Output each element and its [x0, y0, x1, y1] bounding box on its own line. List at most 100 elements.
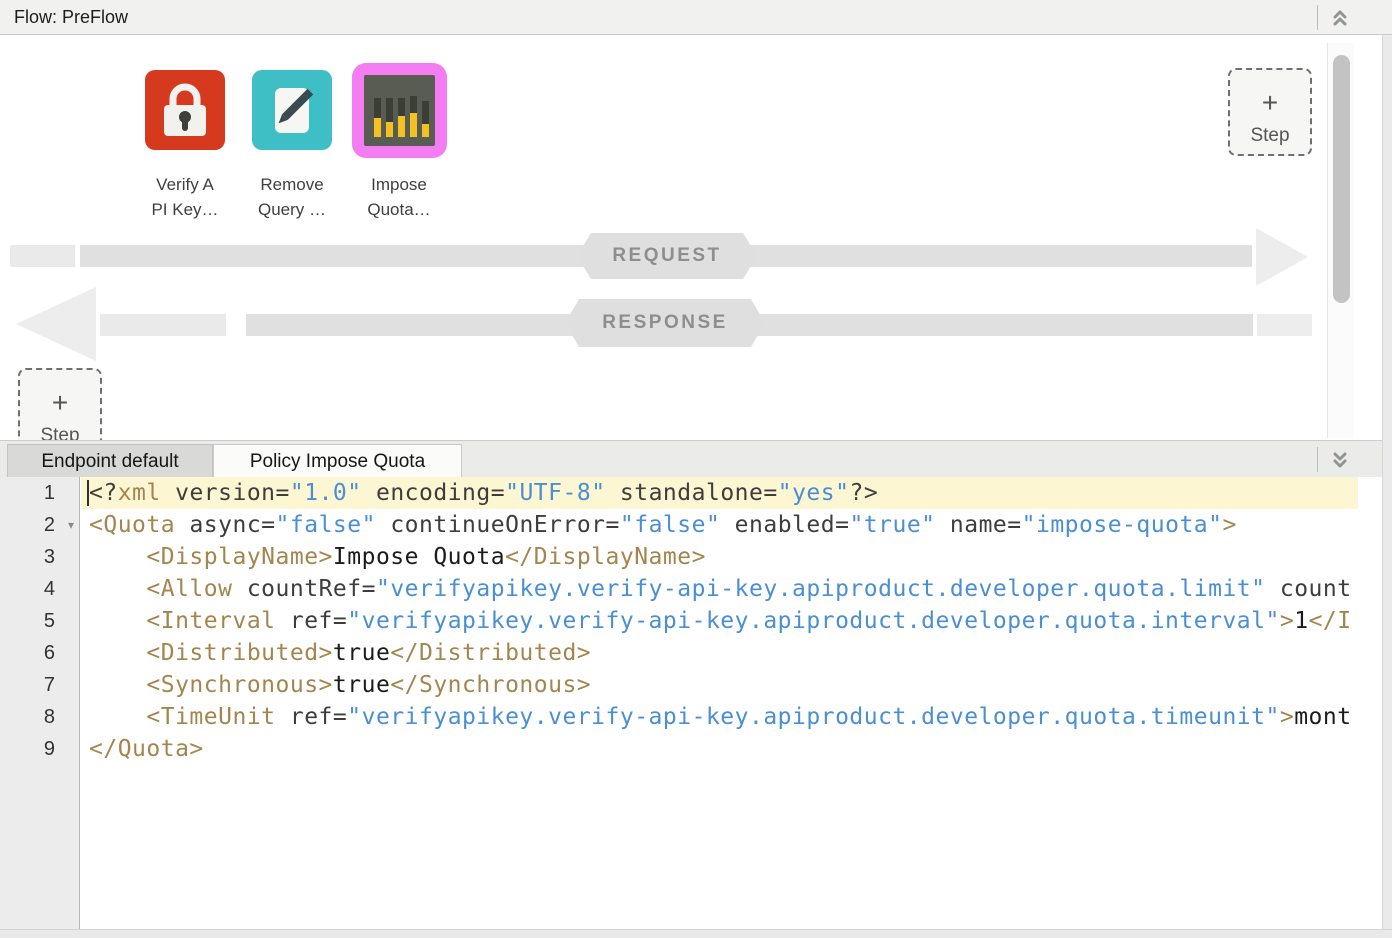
code-token: <Quota — [89, 512, 175, 538]
titlebar-separator — [1317, 5, 1318, 30]
code-token: <Synchronous> — [146, 672, 333, 698]
step-label-line2: PI Key… — [151, 200, 218, 219]
code-token: "false" — [276, 512, 376, 538]
tab-policy-impose-quota[interactable]: Policy Impose Quota — [213, 444, 462, 478]
code-lines: <?xml version="1.0" encoding="UTF-8" sta… — [81, 477, 1358, 929]
code-token: true — [333, 640, 390, 666]
code-line-8[interactable]: <TimeUnit ref="verifyapikey.verify-api-k… — [81, 701, 1358, 733]
flow-panel-titlebar: Flow: PreFlow — [0, 0, 1392, 35]
code-token: "verifyapikey.verify-api-key.apiproduct.… — [347, 608, 1280, 634]
proxy-editor-screen: Flow: PreFlow Verify A PI Key… — [0, 0, 1392, 938]
bar-chart-icon — [364, 75, 435, 146]
line-number: 2▾ — [0, 509, 79, 541]
line-number: 1 — [0, 477, 79, 509]
fold-toggle-icon[interactable]: ▾ — [68, 509, 74, 541]
code-token — [89, 544, 146, 570]
code-line-9[interactable]: </Quota> — [81, 733, 1358, 765]
code-token: ?> — [849, 480, 878, 506]
code-token: "1.0" — [290, 480, 362, 506]
step-label-line1: Remove — [260, 175, 323, 194]
code-token: > — [1280, 704, 1294, 730]
impose-quota-policy-icon — [364, 75, 435, 146]
pencil-note-icon — [252, 70, 332, 150]
line-number: 5 — [0, 605, 79, 637]
code-token: ref= — [276, 608, 348, 634]
step-label-line2: Query … — [258, 200, 326, 219]
code-token: <? — [89, 480, 118, 506]
code-token: </DisplayName> — [505, 544, 706, 570]
code-token: "UTF-8" — [505, 480, 605, 506]
editor-collapse-button[interactable] — [1325, 446, 1355, 473]
code-token: <Distributed> — [146, 640, 333, 666]
code-token: </Distributed> — [390, 640, 591, 666]
code-token: > — [1223, 512, 1237, 538]
code-editor[interactable]: 12▾3456789 <?xml version="1.0" encoding=… — [0, 477, 1382, 929]
code-token: Impose Quota — [333, 544, 505, 570]
code-token: "false" — [620, 512, 720, 538]
policy-step-verify-api-key[interactable] — [145, 70, 225, 150]
code-token: "verifyapikey.verify-api-key.apiproduct.… — [376, 576, 1266, 602]
line-number: 3 — [0, 541, 79, 573]
code-line-2[interactable]: <Quota async="false" continueOnError="fa… — [81, 509, 1358, 541]
code-token: </Synchronous> — [390, 672, 591, 698]
selected-step-highlight — [352, 63, 447, 158]
tabbar-separator — [1317, 447, 1318, 472]
code-token: ref= — [276, 704, 348, 730]
code-token — [89, 704, 146, 730]
code-token — [89, 576, 146, 602]
code-token — [89, 672, 146, 698]
code-token: mont — [1294, 704, 1351, 730]
code-token: <Interval — [146, 608, 275, 634]
policy-step-impose-quota[interactable] — [352, 63, 447, 158]
code-token: "verifyapikey.verify-api-key.apiproduct.… — [347, 704, 1280, 730]
code-line-3[interactable]: <DisplayName>Impose Quota</DisplayName> — [81, 541, 1358, 573]
request-badge: REQUEST — [577, 233, 757, 279]
plus-icon: + — [1230, 88, 1310, 118]
code-token: <TimeUnit — [146, 704, 275, 730]
response-badge: RESPONSE — [565, 299, 765, 347]
line-number: 8 — [0, 701, 79, 733]
verify-api-key-policy-icon — [145, 70, 225, 150]
code-token: version= — [161, 480, 290, 506]
code-line-7[interactable]: <Synchronous>true</Synchronous> — [81, 669, 1358, 701]
response-arrowhead-icon — [16, 287, 96, 361]
flow-vertical-scrollbar-track[interactable] — [1327, 43, 1354, 438]
code-token: encoding= — [362, 480, 505, 506]
add-step-button-top[interactable]: + Step — [1228, 68, 1312, 156]
step-label-line1: Impose — [371, 175, 427, 194]
code-token: </Quota> — [89, 736, 204, 762]
line-number: 7 — [0, 669, 79, 701]
code-token: async= — [175, 512, 275, 538]
flow-panel-title: Flow: PreFlow — [14, 0, 128, 35]
step-label-line2: Quota… — [367, 200, 430, 219]
code-token — [89, 640, 146, 666]
response-bar-start — [100, 314, 226, 336]
code-token: countRef= — [232, 576, 375, 602]
tab-endpoint-default[interactable]: Endpoint default — [7, 444, 213, 478]
code-token: 1 — [1294, 608, 1308, 634]
code-token — [89, 608, 146, 634]
code-token: xml — [118, 480, 161, 506]
window-bottom-edge — [0, 929, 1392, 938]
code-token: </I — [1309, 608, 1352, 634]
chevron-double-down-icon — [1331, 450, 1349, 470]
code-line-5[interactable]: <Interval ref="verifyapikey.verify-api-k… — [81, 605, 1358, 637]
response-bar-end — [1257, 314, 1312, 336]
flow-collapse-button[interactable] — [1325, 4, 1355, 31]
flow-vertical-scrollbar-thumb[interactable] — [1333, 55, 1350, 303]
editor-tabbar: Endpoint default Policy Impose Quota — [0, 440, 1382, 477]
code-token: <Allow — [146, 576, 232, 602]
step-label-impose-quota: Impose Quota… — [334, 172, 464, 222]
request-bar-start — [10, 245, 75, 267]
policy-step-remove-query[interactable] — [252, 70, 332, 150]
flow-canvas: Verify A PI Key… Remove Query … — [0, 35, 1382, 440]
add-step-button-bottom[interactable]: + Step — [18, 368, 102, 440]
code-line-4[interactable]: <Allow countRef="verifyapikey.verify-api… — [81, 573, 1358, 605]
code-line-6[interactable]: <Distributed>true</Distributed> — [81, 637, 1358, 669]
line-number-gutter: 12▾3456789 — [0, 477, 80, 929]
code-token: "yes" — [778, 480, 850, 506]
code-line-1[interactable]: <?xml version="1.0" encoding="UTF-8" sta… — [81, 477, 1358, 509]
code-token: > — [1280, 608, 1294, 634]
lock-icon — [145, 70, 225, 150]
code-token: name= — [936, 512, 1022, 538]
